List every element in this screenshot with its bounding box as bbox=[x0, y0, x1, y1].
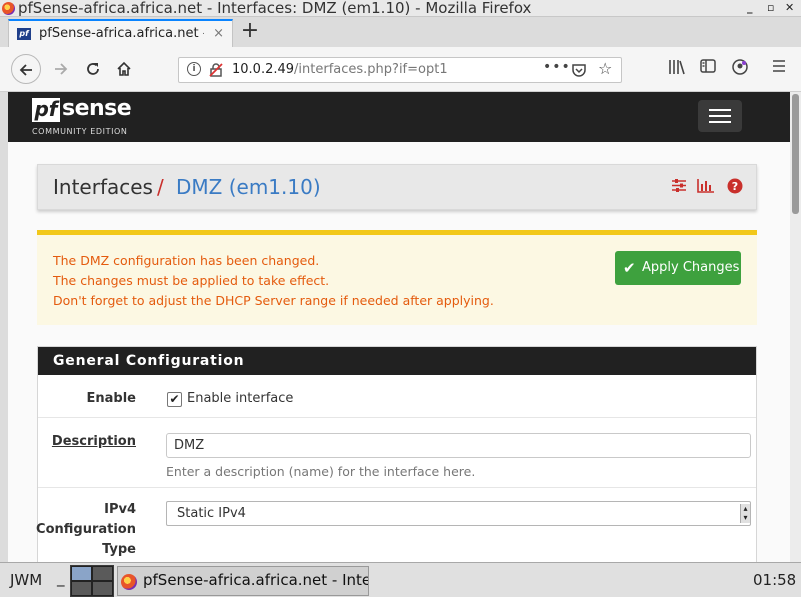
navigation-toolbar: i 10.0.2.49/interfaces.php?if=opt1 ••• ☆ bbox=[0, 47, 801, 92]
insecure-lock-icon[interactable] bbox=[208, 62, 224, 81]
forward-button[interactable] bbox=[47, 55, 75, 83]
sidebar-icon[interactable] bbox=[700, 59, 716, 77]
home-icon bbox=[117, 61, 131, 76]
scrollbar-thumb[interactable] bbox=[792, 94, 799, 214]
url-text: 10.0.2.49/interfaces.php?if=opt1 bbox=[232, 62, 448, 77]
more-icon[interactable]: ••• bbox=[543, 59, 571, 75]
library-icon[interactable] bbox=[668, 59, 686, 79]
ipv4-type-value: Static IPv4 bbox=[177, 506, 246, 521]
tab-strip: pf pfSense-africa.africa.net - Interface… bbox=[0, 17, 801, 47]
description-input[interactable]: DMZ bbox=[166, 433, 751, 458]
info-icon[interactable]: i bbox=[187, 62, 201, 76]
window-title: pfSense-africa.africa.net - Interfaces: … bbox=[18, 0, 532, 17]
pocket-icon[interactable] bbox=[571, 62, 587, 82]
desktop-3[interactable] bbox=[71, 581, 92, 596]
url-host: 10.0.2.49 bbox=[232, 62, 295, 77]
desktop-1[interactable] bbox=[71, 566, 92, 581]
taskbar-item-title: pfSense-africa.africa.net - Interfaces: … bbox=[143, 571, 368, 589]
changes-alert: The DMZ configuration has been changed. … bbox=[37, 230, 757, 325]
new-tab-button[interactable]: + bbox=[238, 19, 262, 45]
back-icon bbox=[19, 64, 32, 76]
alert-text: The DMZ configuration has been changed. … bbox=[53, 251, 494, 311]
menu-icon[interactable] bbox=[772, 59, 786, 77]
taskbar-separator: _ bbox=[57, 569, 65, 587]
clock: 01:58 bbox=[753, 571, 797, 589]
page-viewport: pf sense COMMUNITY EDITION Interfaces / … bbox=[0, 92, 790, 562]
home-button[interactable] bbox=[110, 55, 138, 83]
breadcrumb: Interfaces / DMZ (em1.10) ? bbox=[37, 164, 757, 210]
close-window-button[interactable]: ✕ bbox=[785, 1, 794, 14]
hamburger-bar bbox=[709, 115, 731, 117]
breadcrumb-current[interactable]: DMZ (em1.10) bbox=[176, 175, 321, 199]
url-path: /interfaces.php?if=opt1 bbox=[294, 62, 448, 77]
url-bar[interactable]: i 10.0.2.49/interfaces.php?if=opt1 ••• ☆ bbox=[178, 57, 622, 83]
alert-line-3: Don't forget to adjust the DHCP Server r… bbox=[53, 293, 494, 308]
alert-line-1: The DMZ configuration has been changed. bbox=[53, 253, 320, 268]
desktop-2[interactable] bbox=[92, 566, 113, 581]
select-arrow-icon: ▴ ▾ bbox=[740, 504, 750, 523]
enable-label: Enable bbox=[86, 391, 137, 406]
hamburger-bar bbox=[709, 121, 731, 123]
desktop-pager[interactable] bbox=[70, 565, 114, 597]
account-icon[interactable] bbox=[732, 59, 748, 79]
reload-icon bbox=[87, 63, 99, 75]
browser-tab[interactable]: pf pfSense-africa.africa.net - Interface… bbox=[8, 19, 233, 47]
ipv4-label-line-1: IPv4 bbox=[104, 502, 136, 517]
description-help: Enter a description (name) for the inter… bbox=[166, 464, 476, 479]
breadcrumb-interfaces[interactable]: Interfaces bbox=[53, 175, 153, 199]
tab-close-button[interactable]: × bbox=[213, 26, 224, 41]
alert-line-2: The changes must be applied to take effe… bbox=[53, 273, 330, 288]
pfsense-header: pf sense COMMUNITY EDITION bbox=[8, 92, 790, 142]
logo-sense: sense bbox=[62, 96, 132, 121]
firefox-icon bbox=[121, 574, 137, 590]
back-button[interactable] bbox=[11, 54, 41, 84]
reload-button[interactable] bbox=[79, 55, 107, 83]
logo-pf: pf bbox=[32, 98, 60, 122]
ipv4-row: IPv4 Configuration Type Static IPv4 ▴ ▾ bbox=[36, 488, 756, 562]
page-scrollbar[interactable] bbox=[790, 92, 801, 562]
description-label[interactable]: Description bbox=[52, 432, 136, 452]
apply-changes-button[interactable]: ✔ Apply Changes bbox=[615, 251, 741, 285]
ipv4-label-line-3: Type bbox=[102, 542, 136, 557]
forward-icon bbox=[55, 63, 68, 75]
pfsense-logo[interactable]: pf sense COMMUNITY EDITION bbox=[32, 96, 142, 138]
ipv4-label-line-2: Configuration bbox=[36, 522, 136, 537]
tab-label: pfSense-africa.africa.net - Interfaces: … bbox=[39, 26, 204, 41]
apply-changes-label: Apply Changes bbox=[642, 260, 740, 275]
enable-row: Enable ✔ Enable interface bbox=[38, 375, 756, 418]
enable-checkbox[interactable]: ✔ bbox=[167, 392, 182, 407]
general-configuration-panel: General Configuration Enable ✔ Enable in… bbox=[36, 346, 757, 562]
help-icon[interactable]: ? bbox=[727, 178, 743, 198]
enable-interface-text: Enable interface bbox=[187, 391, 294, 406]
window-titlebar: pfSense-africa.africa.net - Interfaces: … bbox=[0, 0, 801, 17]
logo-edition: COMMUNITY EDITION bbox=[32, 127, 128, 136]
nav-toggle-button[interactable] bbox=[698, 100, 742, 132]
settings-sliders-icon[interactable] bbox=[671, 178, 687, 197]
desktop-4[interactable] bbox=[92, 581, 113, 596]
panel-heading: General Configuration bbox=[38, 347, 756, 375]
bookmark-star-icon[interactable]: ☆ bbox=[598, 59, 612, 78]
hamburger-bar bbox=[709, 109, 731, 111]
pfsense-favicon-icon: pf bbox=[17, 28, 31, 40]
ipv4-type-select[interactable]: Static IPv4 ▴ ▾ bbox=[166, 501, 751, 526]
minimize-button[interactable]: _ bbox=[747, 1, 753, 14]
check-icon: ✔ bbox=[623, 259, 636, 277]
status-chart-icon[interactable] bbox=[697, 178, 715, 197]
jwm-menu-button[interactable]: JWM bbox=[10, 571, 42, 589]
description-row: Description DMZ Enter a description (nam… bbox=[38, 418, 756, 488]
taskbar-firefox-item[interactable]: pfSense-africa.africa.net - Interfaces: … bbox=[117, 566, 369, 596]
breadcrumb-separator: / bbox=[157, 175, 164, 199]
maximize-button[interactable]: ▫ bbox=[767, 1, 774, 14]
firefox-icon bbox=[2, 2, 15, 15]
svg-text:?: ? bbox=[732, 180, 738, 193]
taskbar: JWM _ pfSense-africa.africa.net - Interf… bbox=[0, 562, 801, 597]
